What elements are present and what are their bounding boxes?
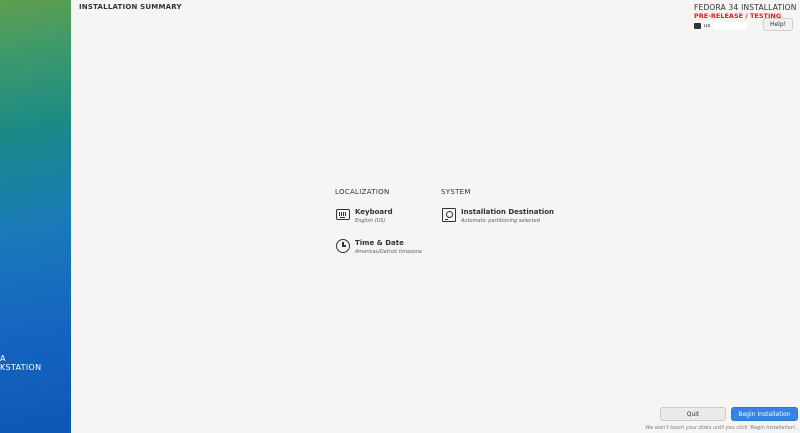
spoke-destination-name: Installation Destination <box>461 208 555 216</box>
localization-heading: LOCALIZATION <box>335 188 390 196</box>
system-heading: SYSTEM <box>441 188 471 196</box>
spoke-destination-status: Automatic partitioning selected <box>461 218 540 224</box>
help-button[interactable]: Help! <box>763 18 793 31</box>
keyboard-layout-value: us <box>704 22 711 29</box>
spoke-time-date[interactable]: Time & Date Americas/Detroit timezone <box>336 239 422 255</box>
spoke-time-date-status: Americas/Detroit timezone <box>355 249 423 255</box>
clock-icon <box>336 239 350 253</box>
keyboard-layout-icon <box>694 22 701 29</box>
spoke-time-date-name: Time & Date <box>355 239 404 247</box>
begin-installation-button[interactable]: Begin Installation <box>731 407 798 421</box>
keyboard-layout-indicator[interactable]: us <box>694 22 748 29</box>
sidebar: A KSTATION <box>0 0 71 433</box>
keyboard-layout-field <box>713 22 748 29</box>
spoke-keyboard[interactable]: Keyboard English (US) <box>336 208 393 224</box>
quit-button[interactable]: Quit <box>660 407 726 421</box>
spoke-keyboard-status: English (US) <box>355 218 386 224</box>
disk-icon <box>442 208 456 222</box>
footer-note: We won't touch your disks until you clic… <box>645 425 797 431</box>
keyboard-icon <box>336 209 350 220</box>
brand-line-2: KSTATION <box>0 363 42 372</box>
product-brand: A KSTATION <box>0 354 41 372</box>
spoke-installation-destination[interactable]: Installation Destination Automatic parti… <box>442 208 554 224</box>
page-title: INSTALLATION SUMMARY <box>79 3 182 11</box>
spoke-keyboard-name: Keyboard <box>355 208 393 216</box>
brand-line-1: A <box>0 354 6 363</box>
product-title: FEDORA 34 INSTALLATION <box>694 3 797 12</box>
